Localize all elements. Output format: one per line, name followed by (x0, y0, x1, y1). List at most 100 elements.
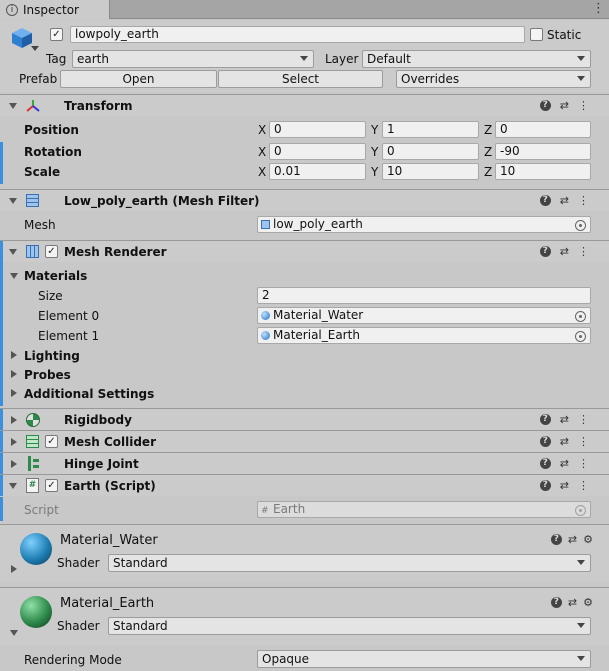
foldout-arrow-icon[interactable] (11, 460, 17, 468)
preset-icon[interactable]: ⇄ (560, 435, 569, 448)
transform-header[interactable]: Transform ? ⇄ ⋮ (0, 94, 609, 116)
earth-script-header[interactable]: # ✓ Earth (Script) ? ⇄ ⋮ (0, 474, 609, 496)
help-icon[interactable]: ? (539, 246, 551, 257)
rotation-y-field[interactable]: 0 (382, 143, 479, 160)
menu-icon[interactable]: ⋮ (578, 245, 589, 258)
foldout-arrow-icon[interactable] (9, 483, 17, 489)
lighting-foldout-icon[interactable] (11, 351, 17, 359)
probes-label[interactable]: Probes (24, 368, 71, 382)
scale-x-field[interactable]: 0.01 (269, 163, 366, 180)
earth-foldout-icon[interactable] (10, 630, 18, 636)
foldout-arrow-icon[interactable] (9, 249, 17, 255)
menu-icon[interactable]: ⋮ (578, 457, 589, 470)
scale-z-label[interactable]: Z (484, 165, 492, 179)
materials-label[interactable]: Materials (24, 269, 87, 283)
scale-y-field[interactable]: 10 (382, 163, 479, 180)
mesh-collider-enabled-checkbox[interactable]: ✓ (45, 435, 58, 448)
help-icon[interactable]: ? (539, 458, 551, 469)
preset-icon[interactable]: ⇄ (560, 99, 569, 112)
preset-icon[interactable]: ⇄ (560, 413, 569, 426)
rotation-x-label[interactable]: X (258, 145, 266, 159)
object-picker-icon[interactable] (575, 331, 586, 342)
element1-field[interactable]: Material_Earth (257, 327, 591, 344)
chevron-down-icon (577, 56, 585, 61)
tab-label: Inspector (23, 2, 79, 17)
overrides-dropdown[interactable]: Overrides (396, 70, 591, 88)
preset-icon[interactable]: ⇄ (560, 194, 569, 207)
help-icon[interactable]: ? (550, 534, 562, 545)
rotation-z-label[interactable]: Z (484, 145, 492, 159)
element0-field[interactable]: Material_Water (257, 307, 591, 324)
object-picker-icon[interactable] (575, 220, 586, 231)
mesh-renderer-header[interactable]: ✓ Mesh Renderer ? ⇄ ⋮ (0, 240, 609, 262)
help-icon[interactable]: ? (539, 100, 551, 111)
rendering-mode-dropdown[interactable]: Opaque (257, 650, 591, 668)
tab-menu-icon[interactable]: ⋮ (592, 2, 605, 16)
gear-icon[interactable]: ⚙ (583, 533, 593, 546)
scale-x-label[interactable]: X (258, 165, 266, 179)
help-icon[interactable]: ? (539, 195, 551, 206)
foldout-arrow-icon[interactable] (11, 416, 17, 424)
gear-icon[interactable]: ⚙ (583, 596, 593, 609)
rotation-y-label[interactable]: Y (371, 145, 378, 159)
menu-icon[interactable]: ⋮ (578, 479, 589, 492)
size-field[interactable]: 2 (257, 287, 591, 304)
preset-icon[interactable]: ⇄ (560, 479, 569, 492)
active-checkbox[interactable]: ✓ (50, 28, 63, 41)
help-icon[interactable]: ? (550, 597, 562, 608)
help-icon[interactable]: ? (539, 436, 551, 447)
earth-shader-dropdown[interactable]: Standard (108, 617, 591, 635)
foldout-arrow-icon[interactable] (9, 198, 17, 204)
water-shader-dropdown[interactable]: Standard (108, 554, 591, 572)
icon-dropdown-arrow[interactable] (31, 46, 39, 51)
static-checkbox[interactable] (530, 28, 543, 41)
additional-settings-foldout-icon[interactable] (11, 389, 17, 397)
foldout-arrow-icon[interactable] (9, 103, 17, 109)
position-x-field[interactable]: 0 (269, 121, 366, 138)
position-y-field[interactable]: 1 (382, 121, 479, 138)
materials-foldout-icon[interactable] (10, 273, 18, 279)
mesh-filter-header[interactable]: Low_poly_earth (Mesh Filter) ? ⇄ ⋮ (0, 189, 609, 211)
preset-icon[interactable]: ⇄ (568, 533, 577, 546)
menu-icon[interactable]: ⋮ (578, 99, 589, 112)
scale-label: Scale (24, 165, 61, 179)
menu-icon[interactable]: ⋮ (578, 413, 589, 426)
preset-icon[interactable]: ⇄ (560, 457, 569, 470)
position-z-label[interactable]: Z (484, 123, 492, 137)
mesh-field[interactable]: low_poly_earth (257, 216, 591, 233)
probes-foldout-icon[interactable] (11, 370, 17, 378)
script-asset-icon: # (261, 506, 269, 516)
prefab-open-button[interactable]: Open (60, 70, 217, 88)
rigidbody-header[interactable]: Rigidbody ? ⇄ ⋮ (0, 408, 609, 430)
scale-z-field[interactable]: 10 (495, 163, 591, 180)
earth-script-enabled-checkbox[interactable]: ✓ (45, 479, 58, 492)
override-indicator (0, 409, 3, 430)
position-z-field[interactable]: 0 (495, 121, 591, 138)
menu-icon[interactable]: ⋮ (578, 435, 589, 448)
preset-icon[interactable]: ⇄ (560, 245, 569, 258)
override-indicator (0, 475, 3, 496)
position-x-label[interactable]: X (258, 123, 266, 137)
rotation-x-field[interactable]: 0 (269, 143, 366, 160)
mesh-renderer-enabled-checkbox[interactable]: ✓ (45, 245, 58, 258)
script-value: Earth (273, 502, 306, 516)
object-picker-icon[interactable] (575, 311, 586, 322)
help-icon[interactable]: ? (539, 480, 551, 491)
tab-inspector[interactable]: i Inspector (0, 0, 110, 19)
tag-dropdown[interactable]: earth (72, 50, 314, 68)
prefab-select-button[interactable]: Select (218, 70, 383, 88)
hinge-joint-header[interactable]: Hinge Joint ? ⇄ ⋮ (0, 452, 609, 474)
menu-icon[interactable]: ⋮ (578, 194, 589, 207)
mesh-collider-header[interactable]: ✓ Mesh Collider ? ⇄ ⋮ (0, 430, 609, 452)
preset-icon[interactable]: ⇄ (568, 596, 577, 609)
object-name-field[interactable]: lowpoly_earth (70, 26, 525, 43)
water-foldout-icon[interactable] (11, 565, 17, 573)
foldout-arrow-icon[interactable] (11, 438, 17, 446)
scale-y-label[interactable]: Y (371, 165, 378, 179)
lighting-label[interactable]: Lighting (24, 349, 80, 363)
position-y-label[interactable]: Y (371, 123, 378, 137)
additional-settings-label[interactable]: Additional Settings (24, 387, 154, 401)
rotation-z-field[interactable]: -90 (495, 143, 591, 160)
layer-dropdown[interactable]: Default (362, 50, 591, 68)
help-icon[interactable]: ? (539, 414, 551, 425)
